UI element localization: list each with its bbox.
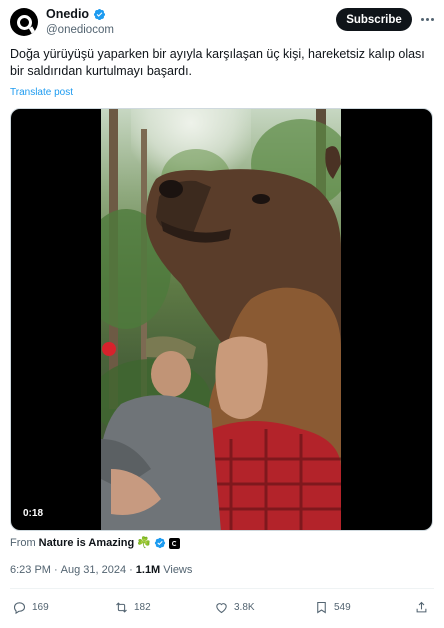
heart-icon [216, 602, 227, 613]
repost-count: 182 [134, 601, 151, 613]
share-button[interactable] [414, 596, 429, 618]
more-options-icon[interactable] [418, 12, 436, 26]
affiliate-badge-icon [168, 537, 180, 549]
source-prefix: From [10, 537, 36, 549]
translate-post-link[interactable]: Translate post [10, 86, 73, 100]
post-time[interactable]: 6:23 PM [10, 563, 51, 577]
share-icon [416, 601, 427, 612]
author-display-name-row[interactable]: Onedio [46, 7, 114, 22]
meta-separator: · [53, 564, 58, 576]
views-label: Views [163, 564, 193, 576]
avatar[interactable] [10, 8, 38, 36]
post-header: Onedio @onediocom Subscribe [10, 7, 434, 39]
like-count: 3.8K [234, 601, 255, 613]
views-count: 1.1M [135, 564, 161, 576]
reply-count: 169 [32, 601, 49, 613]
divider [10, 588, 434, 589]
post-date[interactable]: Aug 31, 2024 [61, 563, 126, 577]
hiker-with-hat [101, 336, 221, 530]
author-display-name[interactable]: Onedio [46, 7, 89, 22]
verified-badge-icon [94, 8, 106, 21]
bookmark-icon [317, 601, 326, 613]
shamrock-icon: ☘️ [137, 537, 151, 549]
repost-icon [116, 601, 127, 613]
reply-icon [13, 601, 26, 614]
onedio-logo-icon [16, 14, 32, 30]
author-names: Onedio @onediocom [46, 7, 114, 38]
source-account-name[interactable]: Nature is Amazing [39, 536, 135, 550]
like-button[interactable]: 3.8K [214, 596, 255, 618]
video-player[interactable]: 0:18 [10, 108, 433, 531]
repost-button[interactable]: 182 [114, 596, 151, 618]
reply-button[interactable]: 169 [12, 596, 49, 618]
meta-separator: · [129, 564, 133, 576]
author-handle[interactable]: @onediocom [46, 22, 114, 38]
subscribe-button[interactable]: Subscribe [336, 8, 412, 31]
bookmark-button[interactable]: 549 [314, 596, 351, 618]
source-attribution: From Nature is Amazing ☘️ [10, 536, 180, 550]
action-bar: 169 182 3.8K 549 [10, 596, 434, 618]
bookmark-count: 549 [334, 601, 351, 613]
video-timestamp: 0:18 [23, 508, 44, 519]
post-metadata: 6:23 PM · Aug 31, 2024 · 1.1M Views [10, 563, 192, 577]
verified-badge-icon [154, 537, 166, 549]
video-frame[interactable] [101, 109, 341, 530]
post-text: Doğa yürüyüşü yaparken bir ayıyla karşıl… [10, 47, 425, 78]
